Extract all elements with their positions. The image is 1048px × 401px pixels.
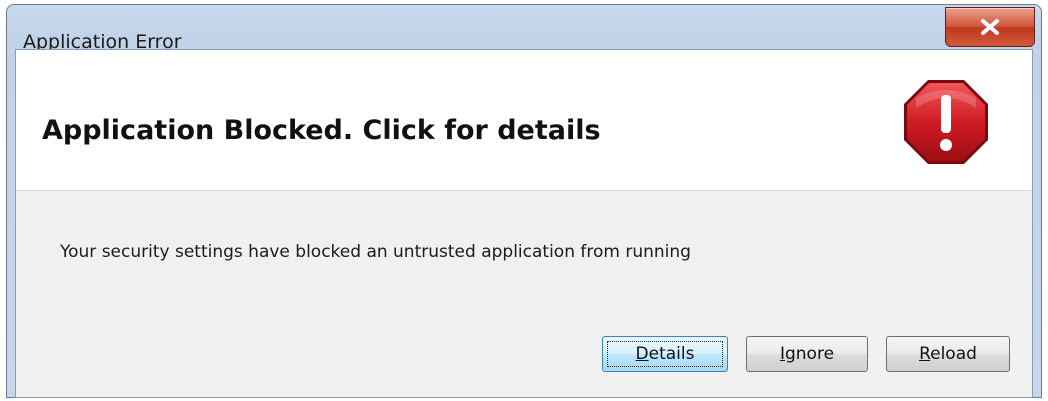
reload-label: Reload [919,344,977,364]
header-panel[interactable]: Application Blocked. Click for details [16,50,1032,191]
focus-ring [607,341,723,367]
error-stop-icon [904,80,988,164]
close-button[interactable] [945,7,1035,47]
ignore-label: Ignore [779,344,835,364]
ignore-button[interactable]: Ignore [746,336,868,372]
header-title[interactable]: Application Blocked. Click for details [42,115,601,146]
dialog-body: Application Blocked. Click for details Y… [15,49,1033,398]
dialog-window: Application Error Application Blocked. C… [6,4,1042,398]
reload-button[interactable]: Reload [886,336,1010,372]
details-button[interactable]: Details [602,336,728,372]
close-icon [981,19,999,35]
message-text: Your security settings have blocked an u… [60,242,691,262]
